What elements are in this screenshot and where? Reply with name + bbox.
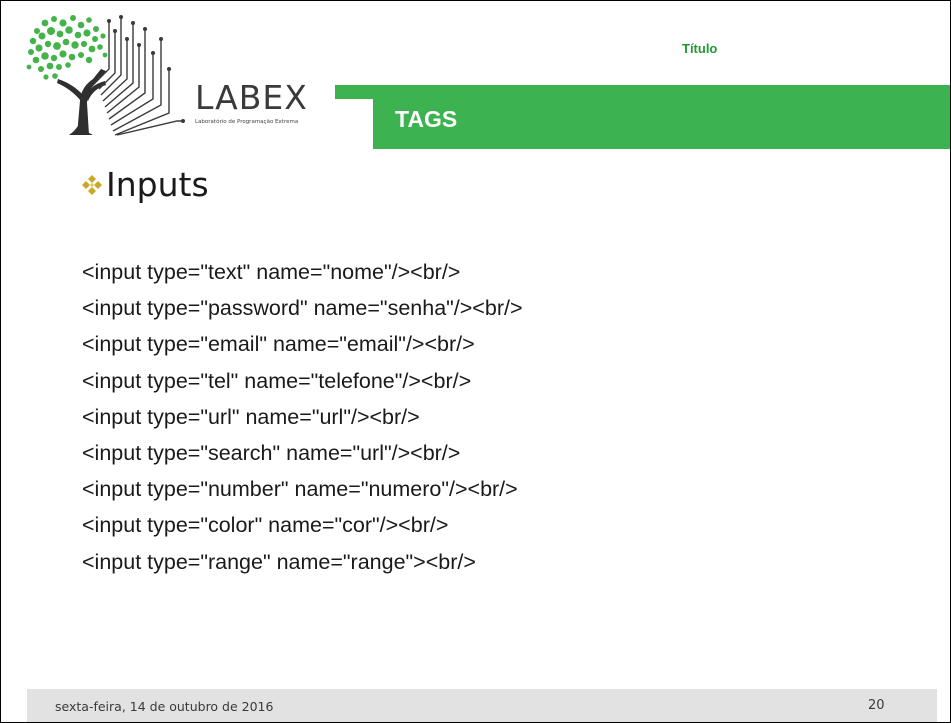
diamond-bullet-icon: [82, 174, 102, 195]
tree-circuit-icon: [26, 15, 185, 136]
code-line: <input type="email" name="email"/><br/>: [82, 332, 475, 357]
code-line: <input type="url" name="url"/><br/>: [82, 404, 420, 429]
footer-date: sexta-feira, 14 de outubro de 2016: [55, 699, 274, 714]
code-line: <input type="number" name="numero"/><br/…: [82, 477, 518, 502]
code-line: <input type="search" name="url"/><br/>: [82, 440, 461, 465]
code-line: <input type="text" name="nome"/><br/>: [82, 260, 461, 284]
page-number: 20: [868, 698, 885, 713]
slide-title-label: Título: [682, 41, 718, 56]
code-line: <input type="range" name="range"><br/>: [82, 549, 476, 574]
heading-text: Inputs: [106, 165, 209, 204]
labex-logo: LABEX Laboratório de Programação Extrema: [23, 9, 323, 137]
code-line: <input type="password" name="senha"/><br…: [82, 296, 523, 321]
slide: LABEX Laboratório de Programação Extrema…: [0, 0, 951, 723]
logo-subtitle: Laboratório de Programação Extrema: [195, 119, 299, 125]
code-line: <input type="color" name="cor"/><br/>: [82, 513, 449, 538]
code-lines: <input type="text" name="nome"/><br/> <i…: [82, 254, 523, 580]
code-line: <input type="tel" name="telefone"/><br/>: [82, 368, 472, 393]
slide-footer: sexta-feira, 14 de outubro de 2016 20: [27, 689, 937, 722]
content-heading: Inputs: [81, 165, 209, 204]
section-banner: [373, 85, 950, 149]
logo-text: LABEX: [195, 78, 308, 117]
section-title: TAGS: [395, 106, 458, 132]
